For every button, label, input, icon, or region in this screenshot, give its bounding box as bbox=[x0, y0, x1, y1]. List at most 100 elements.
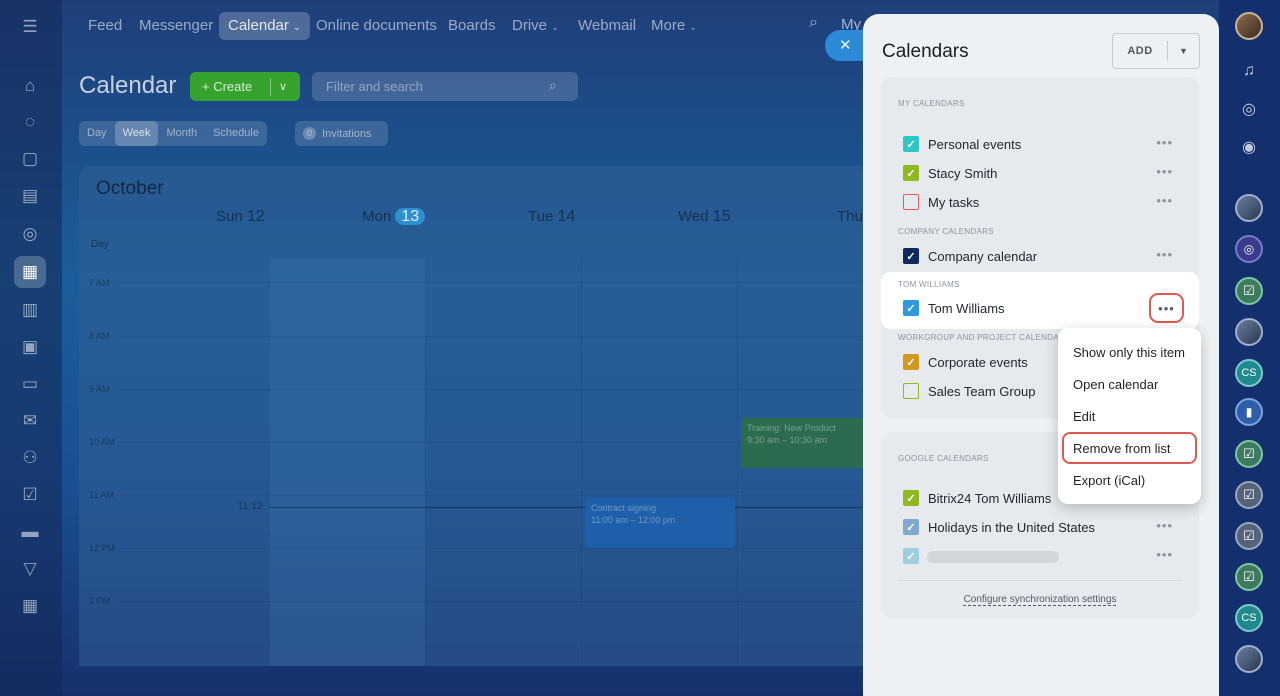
calendar-row-stacy-smith[interactable]: ✓ Stacy Smith ••• bbox=[903, 159, 1183, 187]
close-panel-button[interactable]: ✕ bbox=[825, 30, 865, 61]
contact-avatar[interactable] bbox=[1235, 194, 1263, 222]
contact-avatar[interactable] bbox=[1235, 645, 1263, 673]
checkbox-checked-icon[interactable]: ✓ bbox=[903, 165, 919, 181]
checkbox-checked-icon[interactable]: ✓ bbox=[903, 519, 919, 535]
contacts-icon[interactable]: ⚇ bbox=[14, 442, 46, 474]
drive-icon[interactable]: ▭ bbox=[14, 368, 46, 400]
add-button-label: ADD bbox=[1127, 45, 1153, 57]
feed-icon[interactable]: ◌ bbox=[14, 106, 46, 138]
task-chat-icon[interactable]: ☑ bbox=[1235, 563, 1263, 591]
task-chat-icon[interactable]: ☑ bbox=[1235, 481, 1263, 509]
bell-icon[interactable]: ♫ bbox=[1235, 57, 1263, 85]
store-icon[interactable]: ▬ bbox=[14, 516, 46, 548]
calendar-grid: October Sun 12 Mon 13 Tue 14 Wed 15 Thu … bbox=[79, 166, 879, 666]
menu-item-open-calendar[interactable]: Open calendar bbox=[1073, 377, 1158, 392]
calendar-row-tom-williams[interactable]: ✓ Tom Williams bbox=[903, 294, 1183, 322]
task-chat-icon[interactable]: ☑ bbox=[1235, 440, 1263, 468]
search-chat-icon[interactable]: ◉ bbox=[1235, 133, 1263, 161]
nav-online-documents[interactable]: Online documents bbox=[307, 12, 446, 40]
checkbox-checked-icon[interactable]: ✓ bbox=[903, 354, 919, 370]
grid-icon[interactable]: ▦ bbox=[14, 590, 46, 622]
menu-item-edit[interactable]: Edit bbox=[1073, 409, 1095, 424]
chat-icon[interactable]: ▢ bbox=[14, 143, 46, 175]
day-header-sun[interactable]: Sun 12 bbox=[216, 208, 265, 226]
hour-label: 11 AM bbox=[89, 490, 114, 500]
create-button[interactable]: + Create ∨ bbox=[190, 72, 300, 101]
docs-icon[interactable]: ▥ bbox=[14, 294, 46, 326]
checkbox-checked-icon[interactable]: ✓ bbox=[903, 136, 919, 152]
caret-down-icon[interactable]: ▼ bbox=[1167, 41, 1199, 61]
invitations-button[interactable]: 0 Invitations bbox=[295, 121, 388, 146]
task-chat-icon[interactable]: ☑ bbox=[1235, 277, 1263, 305]
checkbox-unchecked-icon[interactable] bbox=[903, 194, 919, 210]
filter-search-input[interactable] bbox=[312, 72, 578, 101]
nav-more-label: More bbox=[651, 17, 686, 34]
nav-calendar[interactable]: Calendar ⌄ bbox=[219, 12, 310, 40]
checkbox-checked-icon[interactable]: ✓ bbox=[903, 300, 919, 316]
copilot-avatar[interactable]: ◎ bbox=[1235, 235, 1263, 263]
nav-more[interactable]: More ⌄ bbox=[642, 12, 706, 40]
contact-avatar[interactable] bbox=[1235, 318, 1263, 346]
section-company-calendars: COMPANY CALENDARS bbox=[898, 227, 994, 236]
more-icon[interactable]: ••• bbox=[1149, 293, 1184, 323]
home-icon[interactable]: ⌂ bbox=[14, 70, 46, 102]
tab-month[interactable]: Month bbox=[158, 121, 205, 146]
checkbox-checked-icon[interactable]: ✓ bbox=[903, 248, 919, 264]
tab-schedule[interactable]: Schedule bbox=[205, 121, 267, 146]
cs-avatar[interactable]: CS bbox=[1235, 604, 1263, 632]
calendar-row-personal-events[interactable]: ✓ Personal events ••• bbox=[903, 130, 1183, 158]
nav-messenger[interactable]: Messenger bbox=[130, 12, 222, 40]
more-icon[interactable]: ••• bbox=[1156, 547, 1173, 563]
calendar-row-company-calendar[interactable]: ✓ Company calendar ••• bbox=[903, 242, 1183, 270]
search-icon[interactable]: ⌕ bbox=[809, 14, 818, 32]
hour-label: 7 AM bbox=[89, 278, 110, 288]
cs-avatar[interactable]: CS bbox=[1235, 359, 1263, 387]
calendar-row-holidays[interactable]: ✓ Holidays in the United States ••• bbox=[903, 513, 1183, 541]
event-training[interactable]: Training: New Product 9:30 am – 10:30 am bbox=[741, 418, 879, 468]
nav-drive[interactable]: Drive ⌄ bbox=[503, 12, 568, 40]
boards-icon[interactable]: ▣ bbox=[14, 331, 46, 363]
nav-boards[interactable]: Boards bbox=[439, 12, 505, 40]
more-icon[interactable]: ••• bbox=[1156, 135, 1173, 151]
more-icon[interactable]: ••• bbox=[1156, 518, 1173, 534]
user-avatar[interactable] bbox=[1235, 12, 1263, 40]
menu-item-export-ical[interactable]: Export (iCal) bbox=[1073, 473, 1145, 488]
calendar-icon[interactable]: ▦ bbox=[14, 256, 46, 288]
mail-icon[interactable]: ✉ bbox=[14, 405, 46, 437]
day-header-thu[interactable]: Thu bbox=[837, 208, 863, 225]
menu-item-show-only[interactable]: Show only this item bbox=[1073, 345, 1185, 360]
checklist-icon[interactable]: ☑ bbox=[14, 479, 46, 511]
event-contract-signing[interactable]: Contract signing 11:00 am – 12:00 pm bbox=[585, 498, 735, 548]
tab-day[interactable]: Day bbox=[79, 121, 115, 146]
day-header-wed[interactable]: Wed 15 bbox=[678, 208, 731, 226]
calendar-row-my-tasks[interactable]: My tasks ••• bbox=[903, 188, 1183, 216]
checkbox-checked-icon[interactable]: ✓ bbox=[903, 490, 919, 506]
more-icon[interactable]: ••• bbox=[1156, 247, 1173, 263]
day-header-tue[interactable]: Tue 14 bbox=[528, 208, 575, 226]
more-icon[interactable]: ••• bbox=[1156, 193, 1173, 209]
tasks-icon[interactable]: ▤ bbox=[14, 180, 46, 212]
filter-icon[interactable]: ▽ bbox=[14, 553, 46, 585]
nav-feed[interactable]: Feed bbox=[79, 12, 131, 40]
create-button-label: + Create bbox=[202, 79, 253, 94]
crm-icon[interactable]: ◎ bbox=[14, 218, 46, 250]
more-icon[interactable]: ••• bbox=[1156, 164, 1173, 180]
menu-icon[interactable]: ☰ bbox=[14, 11, 46, 43]
checkbox-checked-icon[interactable]: ✓ bbox=[903, 548, 919, 564]
section-tom-williams: TOM WILLIAMS bbox=[898, 280, 960, 289]
menu-item-remove-from-list[interactable]: Remove from list bbox=[1073, 441, 1171, 456]
calendar-name: Sales Team Group bbox=[928, 383, 1036, 399]
bookmark-icon[interactable]: ▮ bbox=[1235, 398, 1263, 426]
checkbox-unchecked-icon[interactable] bbox=[903, 383, 919, 399]
task-chat-icon[interactable]: ☑ bbox=[1235, 522, 1263, 550]
spiral-icon[interactable]: ◎ bbox=[1235, 95, 1263, 123]
nav-webmail[interactable]: Webmail bbox=[569, 12, 645, 40]
add-button[interactable]: ADD ▼ bbox=[1112, 33, 1200, 69]
column-divider bbox=[737, 258, 738, 666]
search-icon[interactable]: ⌕ bbox=[549, 77, 557, 94]
chevron-down-icon[interactable]: ∨ bbox=[270, 77, 287, 96]
day-header-mon[interactable]: Mon 13 bbox=[362, 208, 426, 226]
section-google-calendars: GOOGLE CALENDARS bbox=[898, 454, 989, 463]
tab-week[interactable]: Week bbox=[114, 121, 159, 146]
configure-sync-link[interactable]: Configure synchronization settings bbox=[881, 594, 1199, 605]
